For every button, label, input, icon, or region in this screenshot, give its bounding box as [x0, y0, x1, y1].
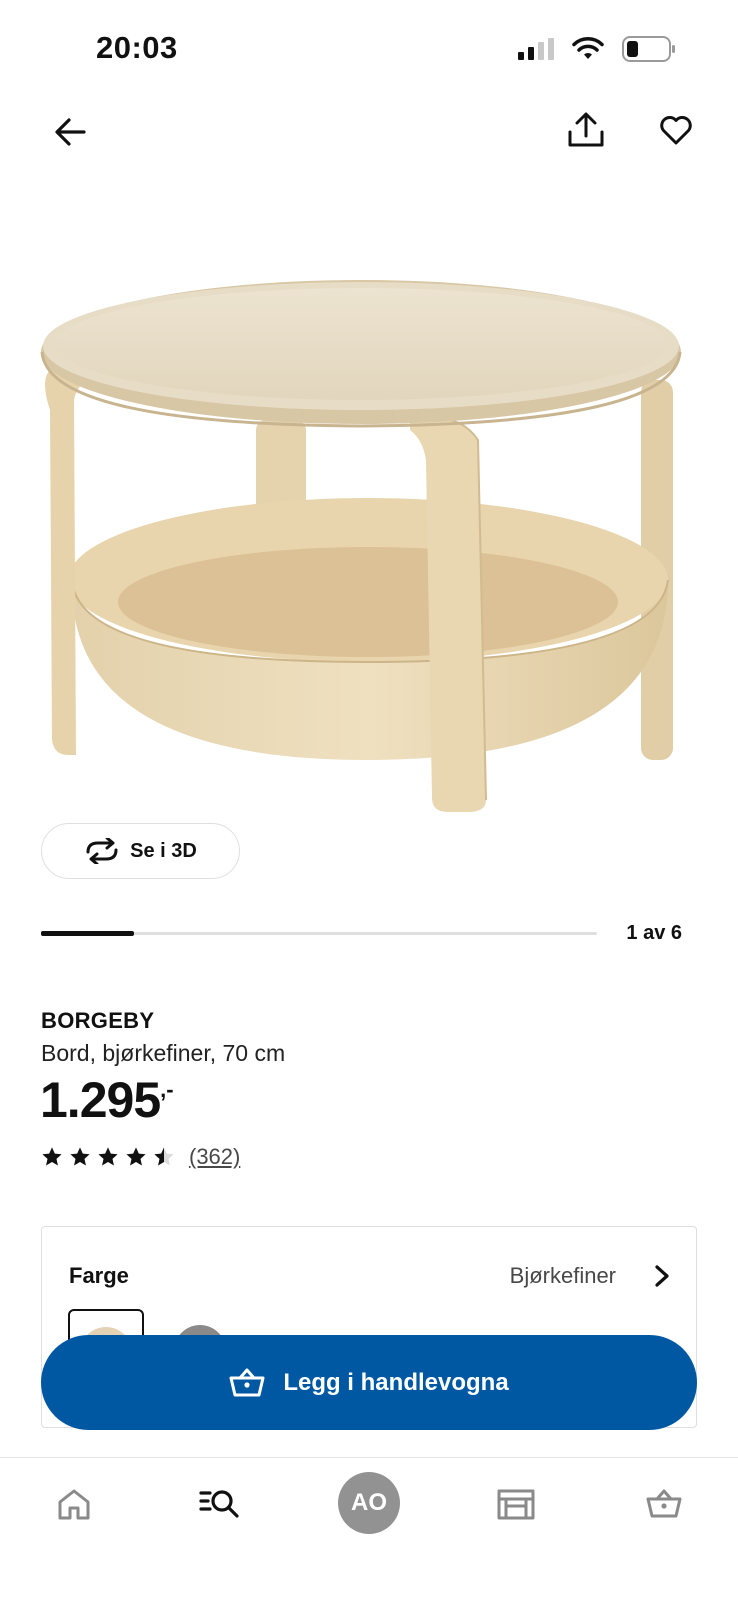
arrow-left-icon — [55, 118, 86, 146]
add-to-cart-label: Legg i handlevogna — [283, 1368, 509, 1396]
status-bar: 20:03 — [0, 0, 738, 100]
product-rating[interactable]: (362) — [41, 1144, 240, 1170]
color-row[interactable]: Farge Bjørkefiner — [42, 1227, 696, 1317]
battery-icon — [622, 36, 675, 62]
color-value: Bjørkefiner — [509, 1263, 616, 1288]
view-3d-button[interactable]: Se i 3D — [41, 823, 240, 879]
store-icon — [497, 1489, 535, 1520]
tab-search[interactable] — [188, 1472, 252, 1536]
search-icon — [199, 1490, 239, 1518]
review-count-link[interactable]: (362) — [189, 1144, 240, 1170]
basket-icon — [229, 1368, 265, 1396]
star-icon — [98, 1147, 118, 1166]
star-icon — [126, 1147, 146, 1166]
product-description: Bord, bjørkefiner, 70 cm — [41, 1040, 286, 1066]
tab-cart[interactable] — [632, 1472, 696, 1536]
share-button[interactable] — [564, 108, 608, 152]
wifi-icon — [572, 37, 604, 59]
table-illustration — [40, 280, 682, 812]
price-amount: 1.295 — [40, 1072, 161, 1128]
half-star-icon — [154, 1147, 174, 1166]
product-name: BORGEBY — [41, 1008, 155, 1033]
product-image[interactable] — [38, 280, 698, 820]
status-icons — [518, 36, 676, 62]
color-label: Farge — [69, 1263, 129, 1288]
star-icon — [42, 1147, 62, 1166]
product-price: 1.295 ,- — [40, 1075, 174, 1125]
status-time: 20:03 — [96, 30, 178, 65]
add-to-cart-button[interactable]: Legg i handlevogna — [41, 1335, 697, 1430]
signal-icon — [518, 38, 554, 60]
back-button[interactable] — [48, 110, 92, 154]
view-3d-label: Se i 3D — [130, 839, 197, 862]
rotate-3d-icon — [86, 838, 118, 864]
price-suffix: ,- — [160, 1077, 174, 1102]
home-icon — [58, 1489, 90, 1520]
tab-store[interactable] — [484, 1472, 548, 1536]
gallery-progress-bar — [41, 931, 597, 936]
rating-stars — [41, 1146, 175, 1168]
gallery-position: 1 av 6 — [626, 922, 682, 944]
tab-profile-avatar[interactable]: AO — [338, 1472, 400, 1534]
tab-home[interactable] — [42, 1472, 106, 1536]
top-navigation — [0, 100, 738, 180]
chevron-right-icon — [655, 1265, 669, 1287]
bottom-tab-bar: AO — [0, 1457, 738, 1600]
heart-icon — [660, 116, 692, 145]
share-icon — [568, 112, 604, 147]
gallery-progress-fill — [41, 931, 134, 936]
favorite-button[interactable] — [654, 108, 698, 152]
basket-icon — [646, 1489, 682, 1518]
star-icon — [70, 1147, 90, 1166]
